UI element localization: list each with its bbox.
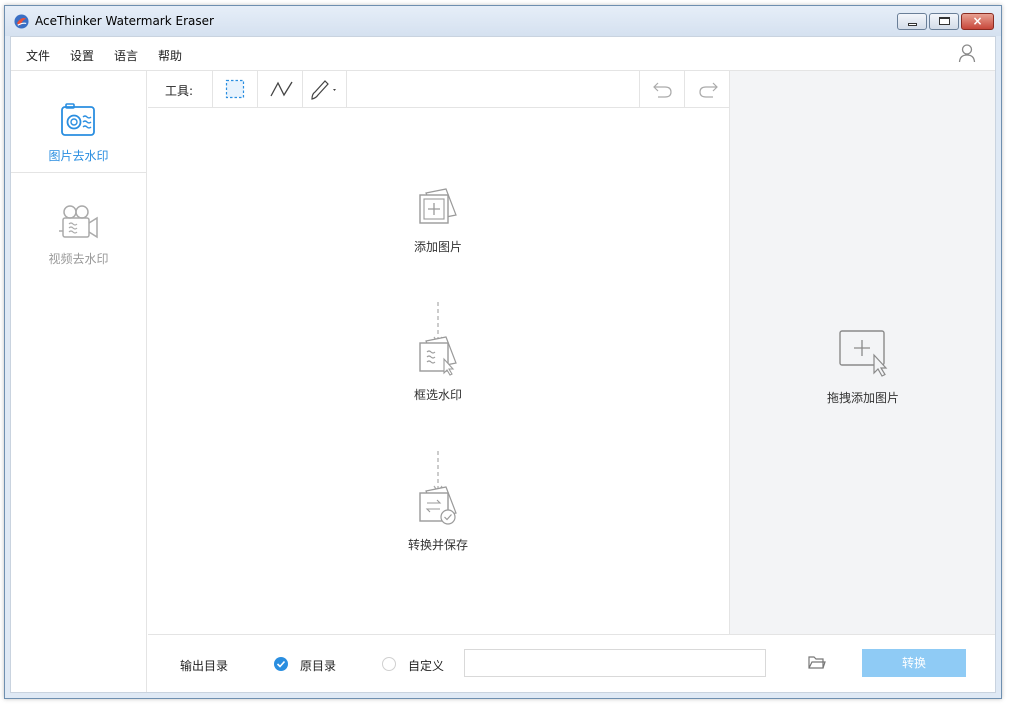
- step-label: 添加图片: [413, 240, 462, 254]
- rectangle-select-tool[interactable]: [212, 71, 257, 107]
- output-path-input[interactable]: [464, 649, 766, 677]
- maximize-icon: [939, 17, 950, 25]
- tools-label: 工具:: [165, 84, 194, 98]
- menu-settings[interactable]: 设置: [70, 47, 94, 64]
- close-icon: ×: [972, 14, 983, 28]
- add-image-icon: [419, 188, 457, 224]
- polyline-icon: [270, 81, 293, 97]
- sidebar-item-label: 图片去水印: [48, 149, 109, 163]
- minimize-icon: [908, 23, 917, 26]
- video-camera-icon: [59, 205, 98, 239]
- select-watermark-icon: [419, 336, 457, 376]
- menu-help[interactable]: 帮助: [158, 47, 182, 64]
- drop-add-image-icon: [839, 330, 888, 377]
- check-icon: [276, 660, 286, 668]
- output-bar: 输出目录 原目录 自定义 转换: [148, 634, 995, 692]
- menu-file[interactable]: 文件: [26, 47, 50, 64]
- title-bar[interactable]: AceThinker Watermark Eraser ×: [5, 6, 1001, 36]
- menu-language[interactable]: 语言: [114, 47, 138, 64]
- step-label: 框选水印: [413, 388, 462, 402]
- brush-icon: [311, 80, 336, 100]
- redo-icon: [699, 82, 718, 98]
- workflow-area: 添加图片 框选水印 转换并保存: [148, 109, 729, 634]
- polyline-tool[interactable]: [257, 71, 302, 107]
- undo-icon: [653, 82, 672, 98]
- window-controls: ×: [895, 13, 994, 30]
- window-title: AceThinker Watermark Eraser: [35, 14, 214, 28]
- step-convert-save: 转换并保存: [378, 483, 498, 553]
- radio-custom-dir[interactable]: [382, 657, 396, 671]
- minimize-button[interactable]: [897, 13, 927, 30]
- step-add-image: 添加图片: [378, 185, 498, 255]
- drop-label: 拖拽添加图片: [826, 391, 899, 405]
- output-dir-label: 输出目录: [180, 659, 229, 673]
- photo-camera-icon: [61, 103, 95, 136]
- drop-zone[interactable]: 拖拽添加图片: [729, 71, 995, 634]
- close-button[interactable]: ×: [961, 13, 994, 30]
- sidebar: 图片去水印 视频去水印: [11, 71, 147, 692]
- radio-original-dir-label[interactable]: 原目录: [300, 657, 336, 674]
- step-select-watermark: 框选水印: [378, 333, 498, 403]
- sidebar-item-image-watermark[interactable]: 图片去水印: [11, 71, 146, 173]
- rectangle-select-icon: [225, 79, 245, 99]
- folder-icon[interactable]: [808, 654, 826, 670]
- client-area: 文件 设置 语言 帮助 图片去水印 视频去水印 工具: 添加图片 框选水印 转换…: [10, 36, 996, 693]
- radio-original-dir[interactable]: [274, 657, 288, 671]
- step-label: 转换并保存: [407, 538, 468, 552]
- radio-custom-dir-label[interactable]: 自定义: [408, 657, 444, 674]
- app-logo-icon: [14, 14, 29, 29]
- redo-button[interactable]: [684, 71, 729, 107]
- user-account-icon[interactable]: [957, 43, 977, 63]
- sidebar-item-video-watermark[interactable]: 视频去水印: [11, 173, 146, 275]
- maximize-button[interactable]: [929, 13, 959, 30]
- menu-bar: 文件 设置 语言 帮助: [11, 37, 995, 71]
- brush-tool[interactable]: [302, 71, 347, 107]
- undo-button[interactable]: [639, 71, 684, 107]
- app-window: AceThinker Watermark Eraser × 文件 设置 语言 帮…: [4, 5, 1002, 699]
- sidebar-item-label: 视频去水印: [48, 252, 109, 266]
- tool-bar: 工具:: [148, 71, 729, 108]
- convert-button[interactable]: 转换: [862, 649, 966, 677]
- convert-save-icon: [419, 486, 457, 525]
